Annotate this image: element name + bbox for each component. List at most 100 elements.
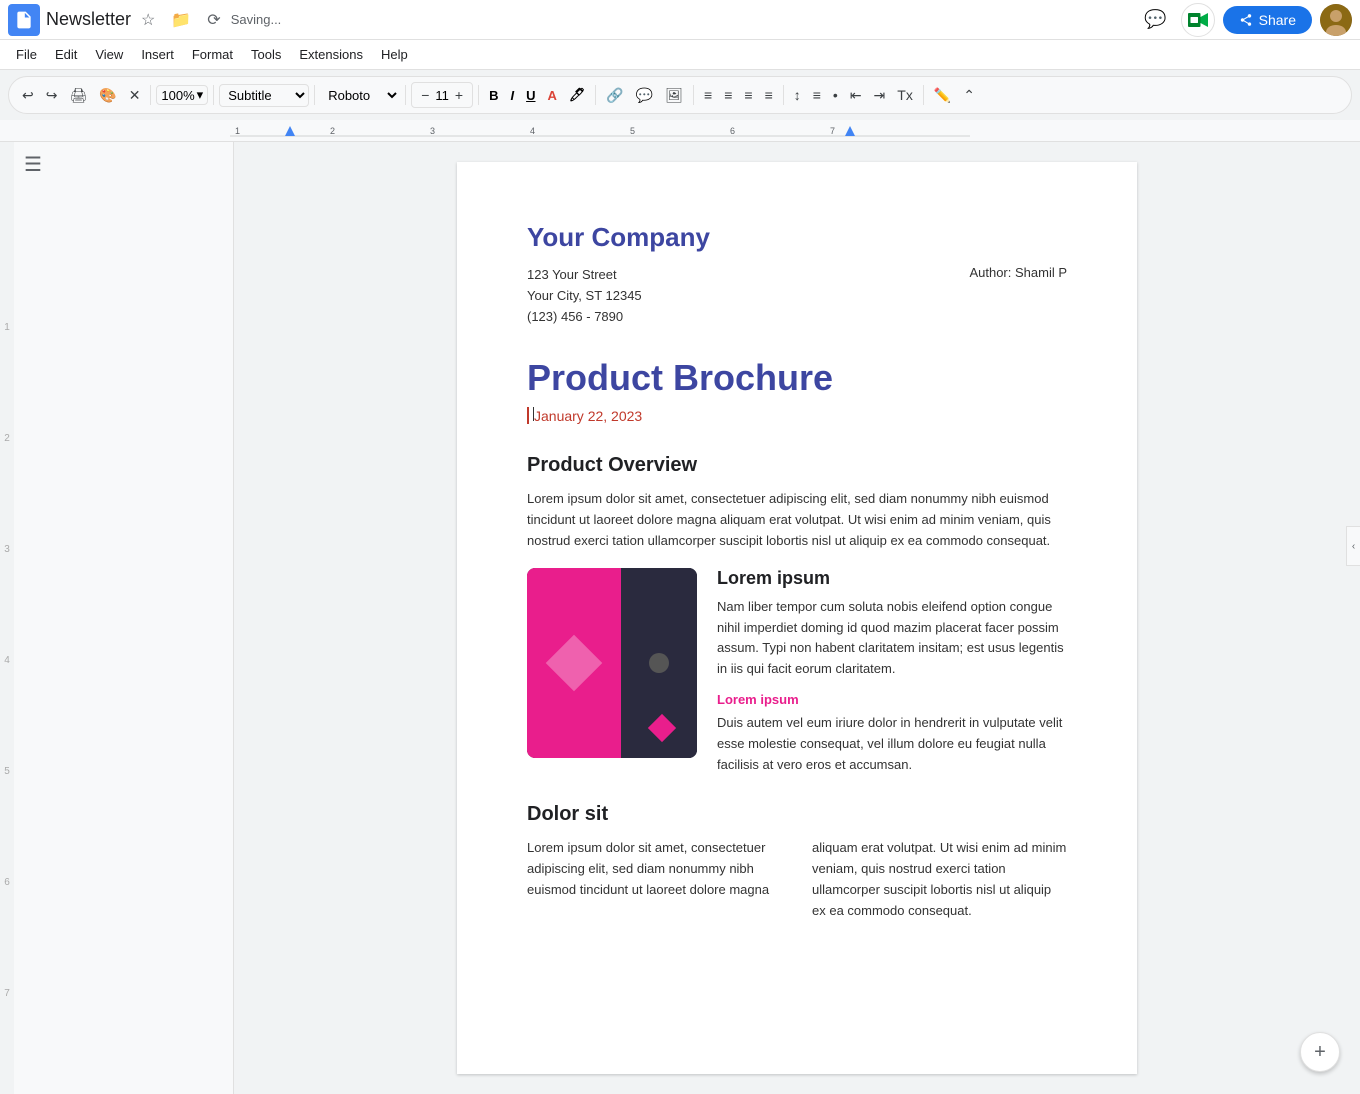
lorem-body: Nam liber tempor cum soluta nobis eleife… bbox=[717, 597, 1067, 680]
line-spacing-button[interactable]: ↕ bbox=[789, 84, 806, 106]
indent-increase-button[interactable]: ⇥ bbox=[869, 84, 891, 107]
expand-toolbar-button[interactable]: ⌃ bbox=[958, 84, 980, 107]
outline-icon[interactable]: ☰ bbox=[24, 152, 223, 177]
address-line2: Your City, ST 12345 bbox=[527, 286, 642, 307]
doc-area[interactable]: Your Company 123 Your Street Your City, … bbox=[234, 142, 1360, 1094]
star-icon[interactable]: ☆ bbox=[137, 8, 159, 32]
two-col-text: Lorem ipsum dolor sit amet, consectetuer… bbox=[527, 838, 1067, 921]
doc-title[interactable]: Newsletter bbox=[46, 9, 131, 30]
user-avatar[interactable] bbox=[1320, 4, 1352, 36]
align-center-button[interactable]: ≡ bbox=[719, 84, 737, 106]
page-num-1: 1 bbox=[4, 322, 10, 333]
zoom-value: 100% bbox=[161, 88, 194, 103]
separator-8 bbox=[783, 85, 784, 105]
col1-text: Lorem ipsum dolor sit amet, consectetuer… bbox=[527, 838, 782, 921]
zoom-expand-icon: ▾ bbox=[197, 87, 204, 103]
google-meet-button[interactable] bbox=[1181, 3, 1215, 37]
address-line1: 123 Your Street bbox=[527, 265, 642, 286]
undo-button[interactable]: ↩ bbox=[17, 84, 39, 107]
separator-7 bbox=[693, 85, 694, 105]
phone-diamond-icon bbox=[545, 634, 602, 691]
indent-decrease-button[interactable]: ⇤ bbox=[845, 84, 867, 107]
title-icons: ☆ 📁 ⟳ bbox=[137, 8, 225, 32]
menu-tools[interactable]: Tools bbox=[243, 43, 289, 66]
document-page[interactable]: Your Company 123 Your Street Your City, … bbox=[457, 162, 1137, 1074]
address-line3: (123) 456 - 7890 bbox=[527, 307, 642, 328]
menu-edit[interactable]: Edit bbox=[47, 43, 85, 66]
comments-button[interactable]: 💬 bbox=[1139, 3, 1173, 37]
paint-format-button[interactable]: 🎨 bbox=[94, 84, 121, 107]
format-clear-button[interactable]: ✕ bbox=[124, 84, 146, 107]
separator-3 bbox=[314, 85, 315, 105]
text-color-button[interactable]: A bbox=[542, 86, 561, 105]
menu-insert[interactable]: Insert bbox=[133, 43, 182, 66]
align-justify-button[interactable]: ≡ bbox=[760, 84, 778, 106]
editing-mode-button[interactable]: ✏️ bbox=[929, 84, 956, 107]
lorem-body2: Duis autem vel eum iriure dolor in hendr… bbox=[717, 713, 1067, 775]
font-size-decrease-button[interactable]: − bbox=[416, 84, 434, 106]
svg-text:3: 3 bbox=[430, 126, 435, 136]
phone-screen-pink bbox=[527, 568, 621, 758]
clear-formatting-button[interactable]: Tx bbox=[892, 84, 918, 106]
svg-text:6: 6 bbox=[730, 126, 735, 136]
zoom-control[interactable]: 100% ▾ bbox=[156, 85, 208, 105]
menu-extensions[interactable]: Extensions bbox=[291, 43, 371, 66]
lorem-text-block: Lorem ipsum Nam liber tempor cum soluta … bbox=[717, 568, 1067, 788]
phone-circle-icon bbox=[649, 653, 669, 673]
highlight-button[interactable]: 🖊 bbox=[564, 85, 591, 105]
page-num-4: 4 bbox=[4, 655, 10, 666]
document-date[interactable]: January 22, 2023 bbox=[527, 407, 1067, 424]
lorem-link[interactable]: Lorem ipsum bbox=[717, 692, 1067, 707]
numbered-list-button[interactable]: ≡ bbox=[808, 84, 826, 106]
separator-9 bbox=[923, 85, 924, 105]
document-title-heading[interactable]: Product Brochure bbox=[527, 357, 1067, 399]
font-size-value: 11 bbox=[435, 88, 449, 103]
folder-icon[interactable]: 📁 bbox=[167, 8, 195, 32]
font-select[interactable]: Roboto Arial Times New Roman bbox=[320, 85, 400, 106]
phone-image bbox=[527, 568, 697, 758]
menu-help[interactable]: Help bbox=[373, 43, 416, 66]
share-button[interactable]: Share bbox=[1223, 6, 1312, 34]
insert-comment-button[interactable]: 💬 bbox=[631, 84, 658, 107]
svg-text:4: 4 bbox=[530, 126, 535, 136]
two-col-section: Lorem ipsum Nam liber tempor cum soluta … bbox=[527, 568, 1067, 788]
right-panel-toggle[interactable]: ‹ bbox=[1346, 526, 1360, 566]
menu-bar: File Edit View Insert Format Tools Exten… bbox=[0, 40, 1360, 70]
style-select[interactable]: Subtitle Normal Heading 1 Heading 2 bbox=[219, 84, 309, 107]
menu-view[interactable]: View bbox=[87, 43, 131, 66]
insert-image-button[interactable]: 🖼 bbox=[660, 84, 688, 107]
saving-text: Saving... bbox=[231, 12, 282, 27]
font-size-control[interactable]: − 11 + bbox=[411, 82, 473, 108]
toolbar: ↩ ↪ 🖨 🎨 ✕ 100% ▾ Subtitle Normal Heading… bbox=[8, 76, 1352, 114]
menu-format[interactable]: Format bbox=[184, 43, 241, 66]
app-icon[interactable] bbox=[8, 4, 40, 36]
underline-button[interactable]: U bbox=[521, 86, 540, 105]
bullet-list-button[interactable]: • bbox=[828, 84, 843, 106]
section1-heading[interactable]: Product Overview bbox=[527, 454, 1067, 477]
top-right-controls: 💬 Share bbox=[1139, 3, 1352, 37]
separator-1 bbox=[150, 85, 151, 105]
align-left-button[interactable]: ≡ bbox=[699, 84, 717, 106]
separator-5 bbox=[478, 85, 479, 105]
italic-button[interactable]: I bbox=[505, 86, 519, 105]
main-layout: 1 2 3 4 5 6 7 8 ☰ Your Company 123 Your … bbox=[0, 142, 1360, 1094]
page-num-2: 2 bbox=[4, 433, 10, 444]
cloud-sync-icon[interactable]: ⟳ bbox=[203, 8, 224, 32]
separator-4 bbox=[405, 85, 406, 105]
address-block: 123 Your Street Your City, ST 12345 (123… bbox=[527, 265, 1067, 327]
print-button[interactable]: 🖨 bbox=[64, 84, 92, 107]
separator-6 bbox=[595, 85, 596, 105]
page-numbers: 1 2 3 4 5 6 7 8 bbox=[0, 142, 14, 1094]
menu-file[interactable]: File bbox=[8, 43, 45, 66]
insert-link-button[interactable]: 🔗 bbox=[601, 84, 628, 107]
redo-button[interactable]: ↪ bbox=[41, 84, 63, 107]
zoom-add-button[interactable]: + bbox=[1300, 1032, 1340, 1072]
section2-heading[interactable]: Dolor sit bbox=[527, 803, 1067, 826]
align-right-button[interactable]: ≡ bbox=[739, 84, 757, 106]
font-size-increase-button[interactable]: + bbox=[450, 84, 468, 106]
page-num-6: 6 bbox=[4, 877, 10, 888]
svg-text:2: 2 bbox=[330, 126, 335, 136]
bold-button[interactable]: B bbox=[484, 86, 503, 105]
author-text: Author: Shamil P bbox=[969, 265, 1067, 327]
company-name[interactable]: Your Company bbox=[527, 222, 1067, 253]
